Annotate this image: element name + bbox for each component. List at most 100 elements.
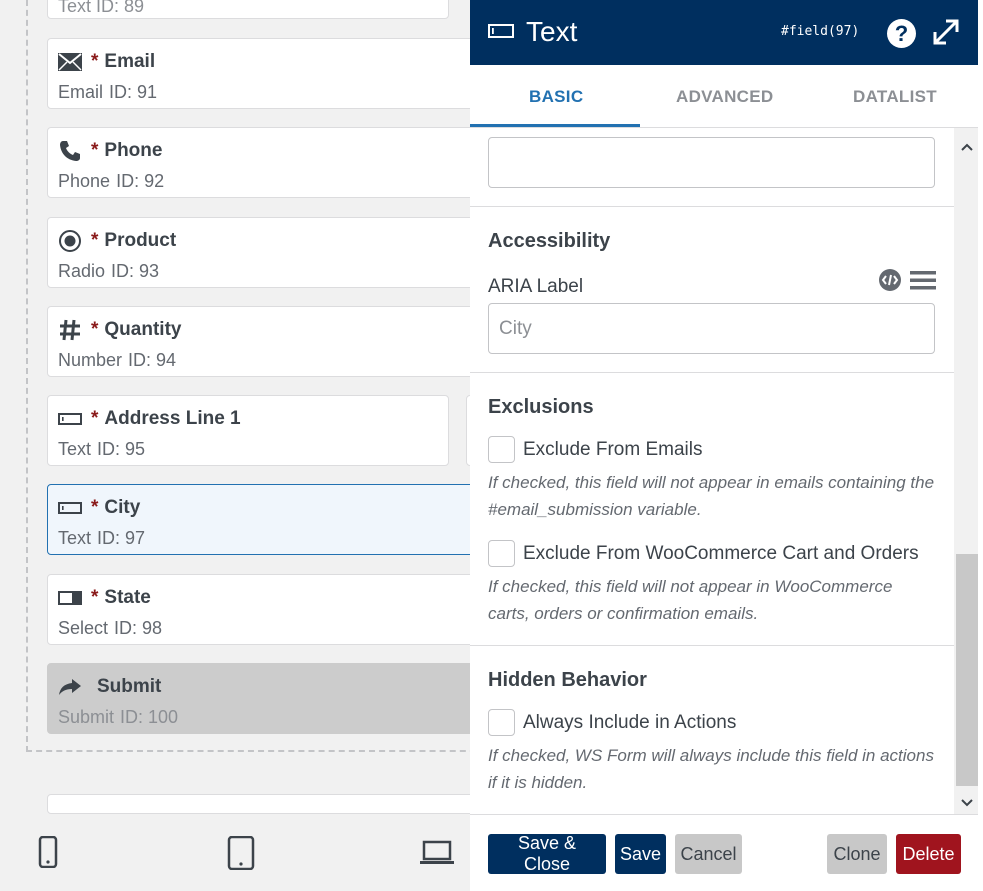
field-card-id: ID: 91 [109, 82, 158, 102]
field-card-label: Address Line 1 [104, 408, 241, 429]
field-reference[interactable]: #field(97) [781, 24, 859, 39]
required-marker: * [91, 319, 99, 340]
scrollbar[interactable] [954, 128, 978, 814]
text-field[interactable] [489, 138, 934, 187]
field-card-type: Radio [58, 261, 106, 281]
settings-scroll-area[interactable]: Accessibility ARIA Label Exclusions Excl… [470, 128, 954, 814]
field-card-label: Email [104, 51, 156, 72]
always-include-help: If checked, WS Form will always include … [488, 746, 934, 792]
required-marker: * [91, 230, 99, 251]
delete-button[interactable]: Delete [896, 834, 961, 874]
required-marker: * [91, 408, 99, 429]
divider [470, 645, 954, 646]
field-card-email[interactable]: * Email Email ID: 91 [47, 38, 487, 109]
field-card-id: ID: 95 [97, 439, 146, 459]
field-card-id: ID: 93 [111, 261, 160, 281]
field-card-type: Email [58, 82, 104, 102]
field-card-type: Select [58, 618, 109, 638]
hash-icon [58, 319, 82, 341]
text-input-partial[interactable] [488, 137, 935, 188]
field-card-product[interactable]: * Product Radio ID: 93 [47, 217, 487, 288]
tab-bar: BASIC ADVANCED DATALIST [470, 65, 978, 128]
aria-label-input[interactable] [488, 303, 935, 354]
tab-basic[interactable]: BASIC [529, 87, 583, 107]
field-card-label: Product [104, 230, 177, 251]
cancel-button[interactable]: Cancel [675, 834, 742, 874]
clone-button[interactable]: Clone [827, 834, 887, 874]
exclude-emails-checkbox[interactable] [488, 436, 515, 463]
save-close-button[interactable]: Save & Close [488, 833, 606, 874]
panel-footer: Save & Close Save Cancel Clone Delete [470, 814, 978, 891]
tablet-icon[interactable] [227, 835, 255, 875]
required-marker: * [91, 497, 99, 518]
code-icon[interactable] [878, 268, 902, 297]
form-canvas: Text ID: 89 * Email Email ID: 91 * Phone … [0, 0, 506, 891]
field-card-city[interactable]: * City Text ID: 97 [47, 484, 487, 555]
field-card-type: Number [58, 350, 123, 370]
expand-icon[interactable] [932, 18, 960, 51]
field-card-label: Submit [97, 676, 162, 697]
text-field-icon [58, 497, 82, 519]
panel-title: Text [526, 16, 578, 47]
required-marker: * [91, 51, 99, 72]
required-marker: * [91, 140, 99, 161]
chevron-down-icon[interactable] [961, 794, 973, 812]
chevron-up-icon[interactable] [961, 138, 973, 156]
always-include-checkbox[interactable] [488, 709, 515, 736]
field-card-label: City [104, 497, 141, 518]
always-include-label[interactable]: Always Include in Actions [523, 712, 736, 734]
field-card-type: Submit [58, 707, 115, 727]
field-card-type: Text [58, 528, 92, 548]
aria-label-field[interactable] [489, 304, 934, 353]
field-card-partial[interactable]: Text ID: 89 [47, 0, 449, 19]
select-icon [58, 587, 82, 609]
scrollbar-thumb[interactable] [956, 554, 978, 786]
aria-label-tools [878, 268, 936, 297]
text-field-icon [488, 24, 514, 43]
help-icon[interactable]: ? [887, 19, 916, 48]
text-field-icon [58, 408, 82, 430]
accessibility-heading: Accessibility [488, 230, 611, 252]
field-card-address-line-1[interactable]: * Address Line 1 Text ID: 95 [47, 395, 449, 466]
menu-icon[interactable] [910, 270, 936, 295]
mobile-icon[interactable] [38, 835, 58, 873]
tab-datalist[interactable]: DATALIST [853, 87, 937, 107]
field-card-id: ID: 98 [114, 618, 163, 638]
divider [470, 206, 954, 207]
field-card-id: ID: 92 [116, 171, 165, 191]
required-marker: * [91, 587, 99, 608]
panel-header: Text #field(97) ? [470, 0, 978, 65]
radio-icon [58, 230, 82, 252]
exclude-emails-help: If checked, this field will not appear i… [488, 473, 935, 519]
field-card-id: ID: 94 [128, 350, 177, 370]
field-card-state[interactable]: * State Select ID: 98 [47, 574, 487, 645]
envelope-icon [58, 51, 82, 73]
field-settings-panel: Text #field(97) ? BASIC ADVANCED DATALIS… [470, 0, 983, 891]
section-card-partial[interactable] [47, 794, 487, 814]
exclude-woo-help: If checked, this field will not appear i… [488, 577, 893, 623]
field-card-type: Text [58, 439, 92, 459]
exclude-woo-checkbox[interactable] [488, 540, 515, 567]
field-card-id: ID: 97 [97, 528, 146, 548]
exclude-woo-row[interactable]: Exclude From WooCommerce Cart and Orders [488, 540, 919, 567]
field-card-label: Phone [104, 140, 163, 161]
exclude-woo-label[interactable]: Exclude From WooCommerce Cart and Orders [523, 543, 919, 565]
laptop-icon[interactable] [420, 840, 454, 871]
field-card-label: State [104, 587, 151, 608]
aria-label-label: ARIA Label [488, 276, 584, 297]
save-button[interactable]: Save [615, 834, 666, 874]
exclusions-heading: Exclusions [488, 396, 594, 418]
tab-advanced[interactable]: ADVANCED [676, 87, 773, 107]
share-arrow-icon [58, 676, 82, 698]
exclude-emails-row[interactable]: Exclude From Emails [488, 436, 703, 463]
field-card-phone[interactable]: * Phone Phone ID: 92 [47, 127, 487, 198]
always-include-row[interactable]: Always Include in Actions [488, 709, 736, 736]
field-card-type: Phone [58, 171, 111, 191]
divider [470, 372, 954, 373]
field-card-quantity[interactable]: * Quantity Number ID: 94 [47, 306, 487, 377]
field-card-submit[interactable]: Submit Submit ID: 100 [47, 663, 487, 734]
field-card-label: Quantity [104, 319, 182, 340]
exclude-emails-label[interactable]: Exclude From Emails [523, 439, 703, 461]
phone-icon [58, 140, 82, 162]
field-card-type: Text ID: 89 [58, 0, 145, 16]
